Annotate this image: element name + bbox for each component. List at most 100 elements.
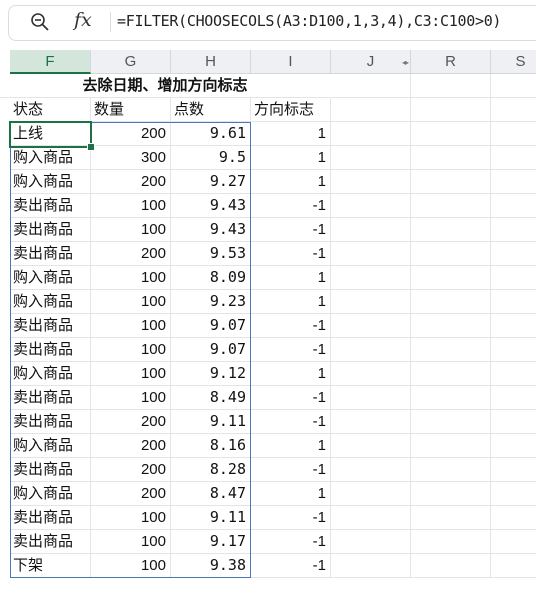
cell[interactable]: [411, 146, 491, 170]
table-cell[interactable]: 卖出商品: [10, 410, 91, 434]
table-cell[interactable]: 100: [91, 554, 171, 578]
table-cell[interactable]: 卖出商品: [10, 338, 91, 362]
cell[interactable]: [411, 266, 491, 290]
cell[interactable]: [491, 74, 536, 98]
cell[interactable]: [331, 266, 411, 290]
cell[interactable]: [411, 410, 491, 434]
table-cell[interactable]: -1: [251, 194, 331, 218]
cell[interactable]: [491, 362, 536, 386]
table-cell[interactable]: 卖出商品: [10, 386, 91, 410]
zoom-magnifier-icon[interactable]: [30, 12, 50, 32]
table-cell[interactable]: 8.16: [171, 434, 251, 458]
table-cell[interactable]: 卖出商品: [10, 458, 91, 482]
cell[interactable]: [491, 218, 536, 242]
cell[interactable]: [331, 194, 411, 218]
cell[interactable]: [491, 458, 536, 482]
table-cell[interactable]: 200: [91, 242, 171, 266]
cell[interactable]: [491, 434, 536, 458]
cell[interactable]: [411, 458, 491, 482]
cell[interactable]: [411, 218, 491, 242]
table-cell[interactable]: -1: [251, 554, 331, 578]
table-cell[interactable]: 9.38: [171, 554, 251, 578]
hidden-columns-icon[interactable]: ◂▸: [402, 58, 409, 67]
table-cell[interactable]: 100: [91, 194, 171, 218]
table-cell[interactable]: 100: [91, 506, 171, 530]
table-cell[interactable]: 200: [91, 434, 171, 458]
table-cell[interactable]: 卖出商品: [10, 218, 91, 242]
cell[interactable]: [491, 194, 536, 218]
cell[interactable]: [331, 482, 411, 506]
cell[interactable]: [331, 170, 411, 194]
column-header-g[interactable]: G: [91, 50, 171, 74]
table-cell[interactable]: 9.53: [171, 242, 251, 266]
table-cell[interactable]: 1: [251, 146, 331, 170]
column-header-i[interactable]: I: [251, 50, 331, 74]
table-cell[interactable]: 100: [91, 530, 171, 554]
table-cell[interactable]: 1: [251, 482, 331, 506]
cell[interactable]: [411, 530, 491, 554]
table-cell[interactable]: 购入商品: [10, 290, 91, 314]
table-cell[interactable]: 购入商品: [10, 362, 91, 386]
cell[interactable]: [331, 122, 411, 146]
column-header-cell[interactable]: 方向标志: [251, 98, 331, 122]
column-header-cell[interactable]: 数量: [91, 98, 171, 122]
cell[interactable]: [331, 362, 411, 386]
cell[interactable]: [331, 386, 411, 410]
table-cell[interactable]: 100: [91, 338, 171, 362]
table-cell[interactable]: 购入商品: [10, 146, 91, 170]
table-cell[interactable]: 200: [91, 410, 171, 434]
cell[interactable]: [491, 146, 536, 170]
table-cell[interactable]: 8.28: [171, 458, 251, 482]
cell[interactable]: [331, 554, 411, 578]
cell[interactable]: [491, 482, 536, 506]
table-cell[interactable]: 上线: [10, 122, 91, 146]
table-cell[interactable]: 200: [91, 170, 171, 194]
cell[interactable]: [411, 386, 491, 410]
table-cell[interactable]: 9.23: [171, 290, 251, 314]
table-cell[interactable]: 8.47: [171, 482, 251, 506]
table-cell[interactable]: 1: [251, 170, 331, 194]
cell[interactable]: [411, 434, 491, 458]
cell[interactable]: [491, 386, 536, 410]
table-cell[interactable]: 9.43: [171, 218, 251, 242]
cell[interactable]: [491, 290, 536, 314]
table-cell[interactable]: 1: [251, 290, 331, 314]
table-cell[interactable]: -1: [251, 338, 331, 362]
cell[interactable]: [331, 458, 411, 482]
table-cell[interactable]: -1: [251, 242, 331, 266]
column-header-j[interactable]: J: [331, 50, 411, 74]
table-cell[interactable]: 8.49: [171, 386, 251, 410]
table-cell[interactable]: -1: [251, 410, 331, 434]
cell[interactable]: [491, 98, 536, 122]
table-cell[interactable]: 9.61: [171, 122, 251, 146]
table-cell[interactable]: 200: [91, 122, 171, 146]
cell[interactable]: [331, 314, 411, 338]
cell[interactable]: [491, 170, 536, 194]
table-cell[interactable]: -1: [251, 458, 331, 482]
cell[interactable]: [491, 410, 536, 434]
column-header-s[interactable]: S: [491, 50, 536, 74]
table-cell[interactable]: 下架: [10, 554, 91, 578]
table-cell[interactable]: 9.5: [171, 146, 251, 170]
cell[interactable]: [331, 98, 411, 122]
cell[interactable]: [411, 98, 491, 122]
table-cell[interactable]: 购入商品: [10, 482, 91, 506]
table-cell[interactable]: 9.27: [171, 170, 251, 194]
table-cell[interactable]: 9.07: [171, 314, 251, 338]
table-cell[interactable]: -1: [251, 506, 331, 530]
table-cell[interactable]: 100: [91, 266, 171, 290]
cell[interactable]: [411, 74, 491, 98]
table-cell[interactable]: -1: [251, 314, 331, 338]
cell[interactable]: [491, 242, 536, 266]
table-cell[interactable]: -1: [251, 218, 331, 242]
cell[interactable]: [491, 314, 536, 338]
column-header-f[interactable]: F: [10, 50, 91, 74]
cell[interactable]: [411, 290, 491, 314]
table-cell[interactable]: 9.07: [171, 338, 251, 362]
column-header-r[interactable]: R: [411, 50, 491, 74]
cell[interactable]: [411, 194, 491, 218]
cell[interactable]: [331, 218, 411, 242]
cell[interactable]: [331, 338, 411, 362]
table-cell[interactable]: 1: [251, 434, 331, 458]
table-cell[interactable]: -1: [251, 386, 331, 410]
